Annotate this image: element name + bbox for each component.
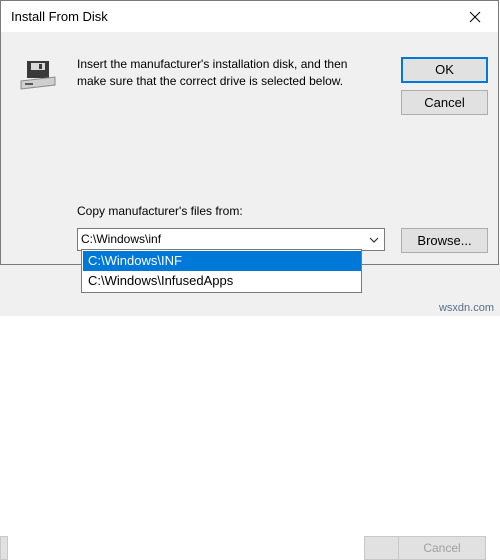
dropdown-arrow[interactable] xyxy=(365,230,382,249)
install-from-disk-dialog: Install From Disk Insert the manufacture… xyxy=(0,0,499,265)
path-combobox[interactable]: C:\Windows\inf xyxy=(77,228,385,251)
browse-button[interactable]: Browse... xyxy=(401,228,488,253)
title-bar: Install From Disk xyxy=(1,1,498,32)
cancel-button[interactable]: Cancel xyxy=(401,90,488,115)
close-button[interactable] xyxy=(452,1,498,32)
dropdown-item-inf[interactable]: C:\Windows\INF xyxy=(83,251,361,271)
copy-from-label: Copy manufacturer's files from: xyxy=(77,204,243,218)
close-icon xyxy=(469,11,481,22)
instruction-text: Insert the manufacturer's installation d… xyxy=(77,57,348,88)
parent-partial-button xyxy=(0,536,8,560)
watermark: wsxdn.com xyxy=(438,302,494,314)
path-dropdown-list: C:\Windows\INF C:\Windows\InfusedApps xyxy=(81,249,362,293)
dropdown-item-infusedapps[interactable]: C:\Windows\InfusedApps xyxy=(83,271,361,291)
ok-button[interactable]: OK xyxy=(401,57,488,83)
disk-drive-icon xyxy=(20,61,56,90)
parent-cancel-button: Cancel xyxy=(398,536,486,560)
dialog-title: Install From Disk xyxy=(11,9,108,24)
path-input[interactable]: C:\Windows\inf xyxy=(81,232,161,246)
chevron-down-icon xyxy=(369,237,378,243)
